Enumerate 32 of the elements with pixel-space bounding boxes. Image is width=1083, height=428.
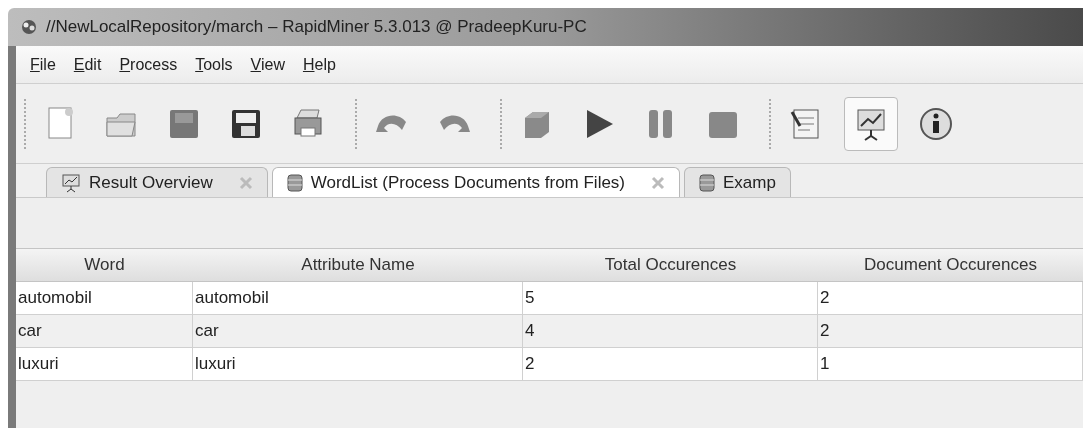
database-icon xyxy=(286,172,303,193)
window-title: //NewLocalRepository/march – RapidMiner 5.3.013 @ PradeepKuru-PC xyxy=(46,16,587,39)
table-cell: 1 xyxy=(818,348,1083,380)
tab[interactable]: WordList (Process Documents from Files) xyxy=(271,167,681,197)
table-cell: 2 xyxy=(818,282,1083,314)
menu-item[interactable]: View xyxy=(250,52,285,77)
column-header[interactable]: Word xyxy=(16,249,193,281)
close-icon[interactable] xyxy=(651,175,666,190)
table-cell: car xyxy=(16,315,193,347)
table-cell: 2 xyxy=(523,348,818,380)
tab[interactable]: Result Overview xyxy=(46,167,268,197)
table-cell: automobil xyxy=(16,282,193,314)
database-icon xyxy=(699,172,716,193)
menu-item[interactable]: File xyxy=(30,52,56,77)
menu-item[interactable]: Tools xyxy=(195,52,233,77)
column-header[interactable]: Document Occurences xyxy=(818,249,1083,281)
column-header[interactable]: Total Occurences xyxy=(523,249,818,281)
table-cell: 4 xyxy=(523,315,818,347)
table-cell: luxuri xyxy=(16,348,193,380)
table-cell: automobil xyxy=(193,282,523,314)
chart-icon xyxy=(61,172,81,193)
menu-item[interactable]: Process xyxy=(119,52,178,77)
column-header[interactable]: Attribute Name xyxy=(193,249,523,281)
chart-icon-button[interactable] xyxy=(844,96,898,151)
menu-item[interactable]: Help xyxy=(302,52,336,77)
table-cell: 5 xyxy=(523,282,818,314)
tab[interactable]: Examp xyxy=(684,167,791,197)
table-cell: 2 xyxy=(818,315,1083,347)
app-icon xyxy=(20,19,38,35)
menu-item[interactable]: Edit xyxy=(73,52,102,77)
table-cell: car xyxy=(193,315,523,347)
table-cell: luxuri xyxy=(193,348,523,380)
